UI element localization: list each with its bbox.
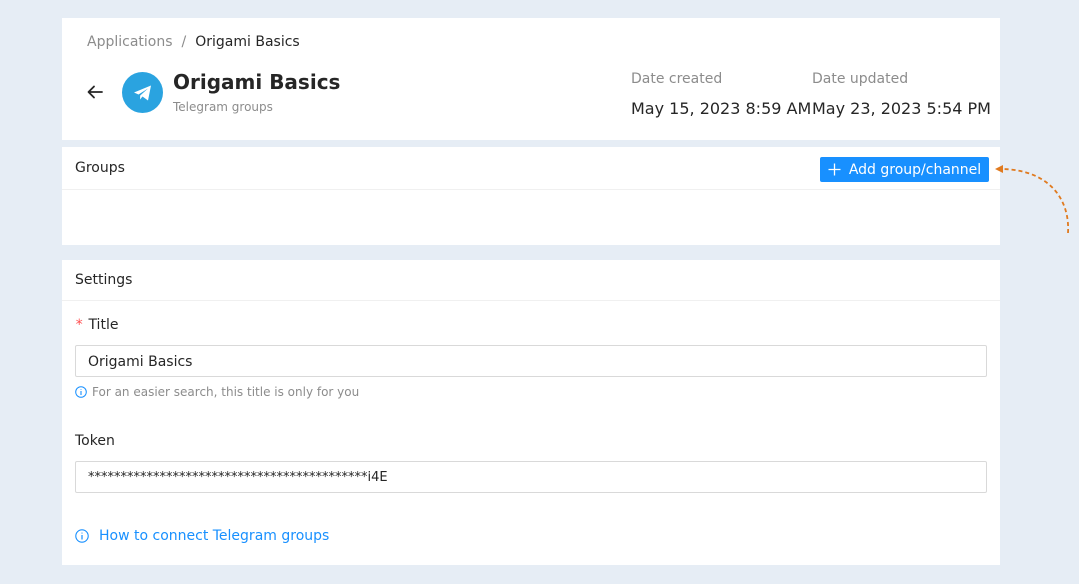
plus-icon	[828, 163, 841, 176]
title-help-text: For an easier search, this title is only…	[75, 385, 359, 399]
token-input[interactable]: ****************************************…	[75, 461, 987, 493]
title-field-label: * Title	[75, 317, 118, 333]
info-icon	[75, 529, 89, 543]
how-to-connect-label: How to connect Telegram groups	[99, 528, 330, 544]
title-help-label: For an easier search, this title is only…	[92, 385, 360, 399]
info-icon	[75, 386, 87, 398]
title-label-text: Title	[88, 317, 119, 333]
date-updated-value: May 23, 2023 5:54 PM	[812, 99, 991, 118]
date-created-value: May 15, 2023 8:59 AM	[631, 99, 812, 118]
add-group-channel-button[interactable]: Add group/channel	[820, 157, 989, 182]
date-created-label: Date created	[631, 71, 723, 87]
arrow-left-icon	[87, 85, 103, 99]
settings-card-header: Settings	[62, 260, 1000, 301]
breadcrumb-separator: /	[181, 34, 187, 50]
groups-card: Groups Add group/channel	[62, 147, 1000, 245]
app-header-card: Applications / Origami Basics Origami Ba…	[62, 18, 1000, 140]
telegram-icon	[133, 85, 151, 100]
add-group-channel-label: Add group/channel	[848, 161, 982, 178]
required-mark: *	[75, 317, 84, 333]
annotation-arrow	[995, 165, 1069, 234]
groups-card-header: Groups Add group/channel	[62, 147, 1000, 190]
page-title: Origami Basics	[173, 70, 341, 94]
groups-title: Groups	[75, 160, 125, 176]
date-updated-label: Date updated	[812, 71, 909, 87]
token-field-label: Token	[75, 433, 115, 449]
breadcrumb: Applications / Origami Basics	[87, 34, 300, 50]
page-subtitle: Telegram groups	[173, 100, 273, 114]
breadcrumb-current: Origami Basics	[195, 34, 300, 50]
back-button[interactable]	[86, 83, 104, 101]
settings-card: Settings * Title Origami Basics For an ea…	[62, 260, 1000, 565]
title-input[interactable]: Origami Basics	[75, 345, 987, 377]
breadcrumb-applications-link[interactable]: Applications	[87, 34, 173, 50]
how-to-connect-link[interactable]: How to connect Telegram groups	[75, 528, 329, 544]
settings-title: Settings	[75, 272, 133, 288]
telegram-avatar	[122, 72, 163, 113]
